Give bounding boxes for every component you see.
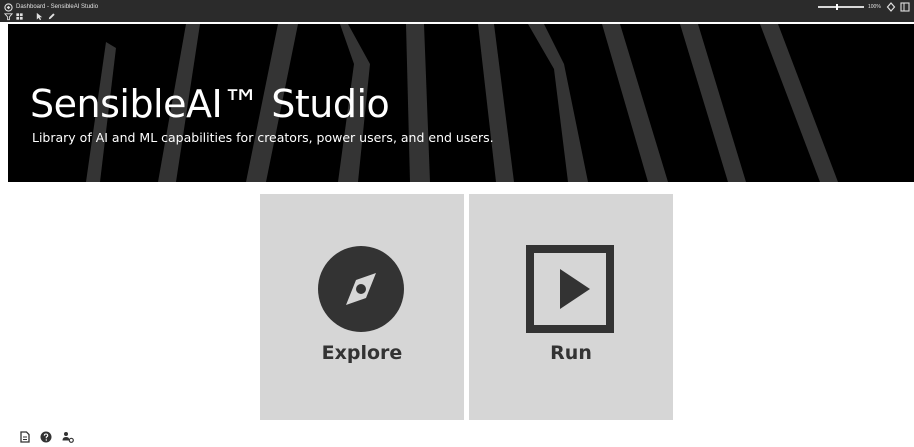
user-settings-icon[interactable]: [62, 431, 74, 443]
page-subtitle: Library of AI and ML capabilities for cr…: [32, 130, 494, 145]
app-icon: [4, 3, 13, 12]
help-icon[interactable]: [40, 431, 52, 443]
pencil-icon[interactable]: [47, 12, 56, 21]
document-icon[interactable]: [19, 431, 31, 443]
settings-icon[interactable]: [886, 2, 896, 12]
zoom-slider-thumb[interactable]: [836, 4, 838, 10]
window-title: Dashboard - SensibleAI Studio: [16, 4, 99, 10]
zoom-slider[interactable]: [818, 6, 864, 8]
explore-tile[interactable]: Explore: [260, 194, 464, 420]
run-label: Run: [550, 342, 592, 364]
hero-banner: SensibleAI™ Studio Library of AI and ML …: [8, 24, 914, 182]
window-titlebar: Dashboard - SensibleAI Studio 100%: [0, 0, 914, 22]
pointer-icon[interactable]: [35, 12, 44, 21]
page-title: SensibleAI™ Studio: [30, 82, 390, 126]
filter-icon[interactable]: [4, 12, 13, 21]
explore-label: Explore: [321, 342, 403, 364]
play-icon: [526, 245, 614, 333]
panel-icon[interactable]: [900, 2, 910, 12]
run-tile[interactable]: Run: [469, 194, 673, 420]
zoom-level: 100%: [868, 4, 881, 10]
compass-icon: [318, 246, 404, 332]
grid-icon[interactable]: [15, 12, 24, 21]
